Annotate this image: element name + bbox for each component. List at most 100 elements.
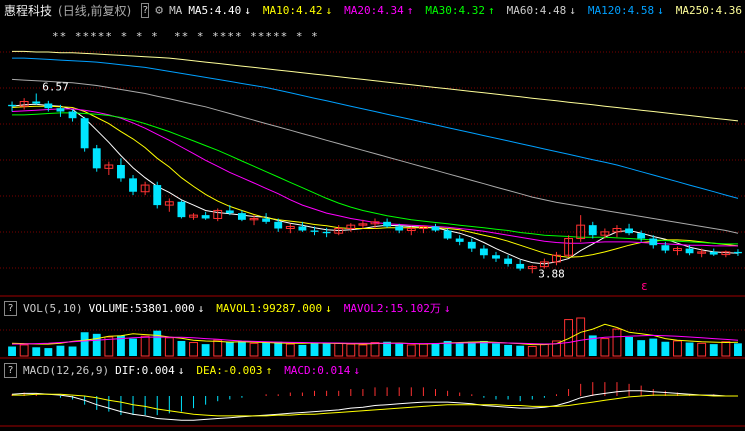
volume-bar xyxy=(140,335,150,357)
volume-bar xyxy=(539,343,549,357)
volume-bar xyxy=(709,344,718,356)
volume-bar xyxy=(455,342,464,356)
macd-indicator-name[interactable]: MACD(12,26,9) xyxy=(23,364,109,377)
ma-label: MA xyxy=(169,3,183,17)
candle-body xyxy=(153,185,162,206)
volume-bar xyxy=(213,339,223,357)
ma-item-5: MA60:4.48 ↓ xyxy=(507,4,582,17)
ma-arrow: ↑ xyxy=(488,3,495,17)
candle-body xyxy=(44,103,53,109)
candle-body xyxy=(262,218,271,222)
mavol2-arrow: ↓ xyxy=(443,302,451,315)
candle-body xyxy=(637,233,646,239)
volume-bar xyxy=(406,344,416,357)
volume-indicator-name[interactable]: VOL(5,10) xyxy=(23,302,83,315)
ma-item-3: MA20:4.34 ↑ xyxy=(344,4,419,17)
candle-body xyxy=(274,221,283,229)
volume-bar xyxy=(285,343,295,357)
macd-header: ? MACD(12,26,9) DIF:0.004 ↓ DEA:-0.003 ↑ M… xyxy=(0,360,745,380)
volume-bar xyxy=(92,333,101,356)
volume-bar xyxy=(334,342,344,357)
stock-name: 惠程科技 xyxy=(4,3,53,18)
candle-body xyxy=(431,226,440,231)
candle-body xyxy=(80,118,89,149)
period-label: (日线,前复权) xyxy=(58,3,132,18)
volume-bar xyxy=(612,328,622,357)
mavol1-value: MAVOL1:99287.000 ↓ xyxy=(216,302,338,315)
candle-body xyxy=(649,238,658,246)
dea-arrow: ↑ xyxy=(265,363,273,377)
ma-arrow: ↓ xyxy=(569,3,576,17)
candle-body xyxy=(492,255,500,259)
volume-bar xyxy=(721,341,731,357)
volume-bar xyxy=(527,346,537,357)
volume-bar xyxy=(19,344,29,357)
volume-bar xyxy=(492,343,500,356)
volume-bar xyxy=(649,338,658,356)
volume-bar xyxy=(32,347,41,356)
volume-bar xyxy=(44,348,53,356)
candle-body xyxy=(237,213,246,220)
candle-body xyxy=(455,238,464,242)
ma-item-2: MA10:4.42 ↓ xyxy=(263,4,338,17)
dea-text: DEA:-0.003 xyxy=(196,363,263,377)
ma-arrow: ↓ xyxy=(657,3,664,17)
ma-label-text: MA120:4.58 xyxy=(587,3,655,17)
volume-bar xyxy=(370,342,380,357)
volume-bar xyxy=(625,337,633,356)
volume-bar xyxy=(383,341,392,356)
event-markers[interactable]: ** ***** * * * ** * **** ***** * * xyxy=(52,30,319,43)
candle-body xyxy=(625,228,633,234)
mavol2-text: MAVOL2:15.102万 xyxy=(343,302,441,315)
candle-body xyxy=(201,215,210,219)
volume-bar xyxy=(697,342,707,357)
ma-item-6: MA120:4.58 ↓ xyxy=(588,4,670,17)
volume-bar xyxy=(274,341,283,356)
volume-bar xyxy=(189,342,198,357)
candle-body xyxy=(467,241,476,249)
volume-bar xyxy=(673,340,682,357)
dif-text: DIF:0.004 xyxy=(115,363,175,377)
candle-body xyxy=(685,248,694,254)
help-icon[interactable]: ? xyxy=(4,362,17,378)
volume-bar xyxy=(734,343,742,356)
candle-body xyxy=(56,108,65,112)
macd-value: MACD:0.014 ↓ xyxy=(284,364,366,377)
volume-bar xyxy=(225,341,234,356)
volume-bar xyxy=(201,344,210,356)
volume-bar xyxy=(56,345,65,356)
candle-body xyxy=(68,111,77,119)
ma-arrow: ↓ xyxy=(244,3,251,17)
volume-bar xyxy=(504,344,513,356)
volume-bar xyxy=(346,343,356,357)
help-icon[interactable]: ? xyxy=(4,300,17,316)
candle-body xyxy=(92,148,101,169)
volume-bar xyxy=(153,330,162,356)
volume-bar xyxy=(358,344,368,357)
volume-bar xyxy=(80,332,89,356)
candle-body xyxy=(516,263,525,269)
ma-arrow: ↑ xyxy=(406,3,414,17)
volume-arrow: ↓ xyxy=(197,301,205,315)
gear-icon[interactable]: ⚙ xyxy=(155,3,163,18)
candle-body xyxy=(8,104,16,107)
volume-bar xyxy=(418,343,428,357)
ma-item-1: MA5:4.40 ↓ xyxy=(188,4,257,17)
mavol1-text: MAVOL1:99287.000 xyxy=(216,301,323,315)
candle-body xyxy=(117,165,125,179)
volume-bar xyxy=(431,343,440,356)
ma250-line xyxy=(12,50,739,122)
volume-bar xyxy=(564,319,574,357)
candle-body xyxy=(298,226,307,231)
ma-label-text: MA10:4.42 xyxy=(262,3,323,17)
volume-bar xyxy=(600,338,610,357)
ma-item-4: MA30:4.32 ↑ xyxy=(425,4,500,17)
mavol2-value: MAVOL2:15.102万 ↓ xyxy=(344,300,457,316)
volume-bar xyxy=(249,342,259,357)
candle-body xyxy=(504,258,513,264)
macd-arrow: ↓ xyxy=(353,363,361,377)
high-label: 6.57 xyxy=(42,80,69,93)
help-icon[interactable]: ? xyxy=(141,2,150,18)
candle-body xyxy=(310,230,319,232)
volume-bar xyxy=(164,337,174,357)
